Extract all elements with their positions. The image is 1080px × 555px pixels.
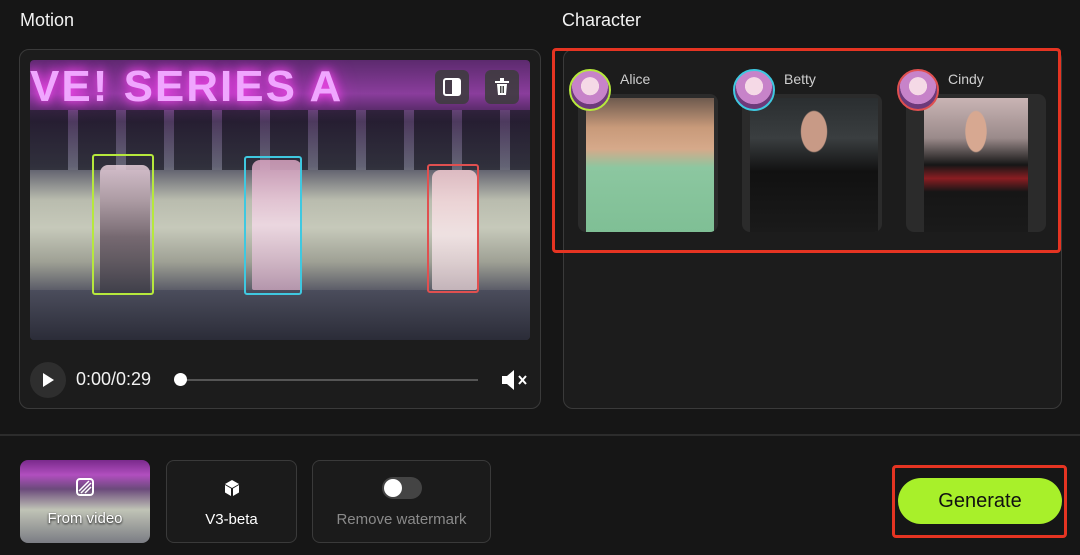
character-title: Character xyxy=(562,10,642,30)
progress-knob[interactable] xyxy=(174,373,187,386)
alice-photo xyxy=(586,98,714,232)
trash-icon xyxy=(495,78,509,95)
from-video-button[interactable]: From video xyxy=(20,460,150,543)
from-video-label: From video xyxy=(47,510,123,527)
watermark-toggle[interactable] xyxy=(382,477,422,499)
delete-button[interactable] xyxy=(485,70,519,104)
play-button[interactable] xyxy=(30,362,66,398)
video-source-icon xyxy=(76,478,94,496)
stage-floor xyxy=(30,290,530,340)
cube-icon xyxy=(225,480,239,496)
motion-video[interactable]: VE! SERIES A xyxy=(30,60,530,340)
avatar-betty xyxy=(733,69,775,111)
character-card-alice[interactable] xyxy=(578,94,718,232)
betty-photo xyxy=(750,98,878,232)
toolbar-divider xyxy=(0,434,1080,436)
toggle-knob xyxy=(384,479,402,497)
generate-button[interactable]: Generate xyxy=(898,478,1062,524)
tracking-box-betty xyxy=(244,156,302,295)
character-card-cindy[interactable] xyxy=(906,94,1046,232)
progress-track[interactable] xyxy=(180,379,478,381)
character-name-cindy: Cindy xyxy=(948,71,984,87)
remove-watermark-option[interactable]: Remove watermark xyxy=(312,460,491,543)
time-display: 0:00/0:29 xyxy=(76,369,152,389)
model-label: V3-beta xyxy=(205,511,258,528)
avatar-alice xyxy=(569,69,611,111)
avatar-cindy xyxy=(897,69,939,111)
motion-title: Motion xyxy=(20,10,75,30)
muted-speaker-icon xyxy=(502,370,527,390)
tracking-box-cindy xyxy=(427,164,479,293)
remove-watermark-label: Remove watermark xyxy=(336,511,467,528)
play-icon xyxy=(43,373,54,387)
character-name-betty: Betty xyxy=(784,71,816,87)
compare-button[interactable] xyxy=(435,70,469,104)
tracking-box-alice xyxy=(92,154,154,295)
character-card-betty[interactable] xyxy=(742,94,882,232)
video-controls: 0:00/0:29 xyxy=(30,360,530,400)
split-view-icon xyxy=(443,78,461,96)
mute-button[interactable] xyxy=(500,368,530,392)
character-name-alice: Alice xyxy=(620,71,651,87)
cindy-photo xyxy=(924,98,1028,232)
model-selector[interactable]: V3-beta xyxy=(166,460,297,543)
